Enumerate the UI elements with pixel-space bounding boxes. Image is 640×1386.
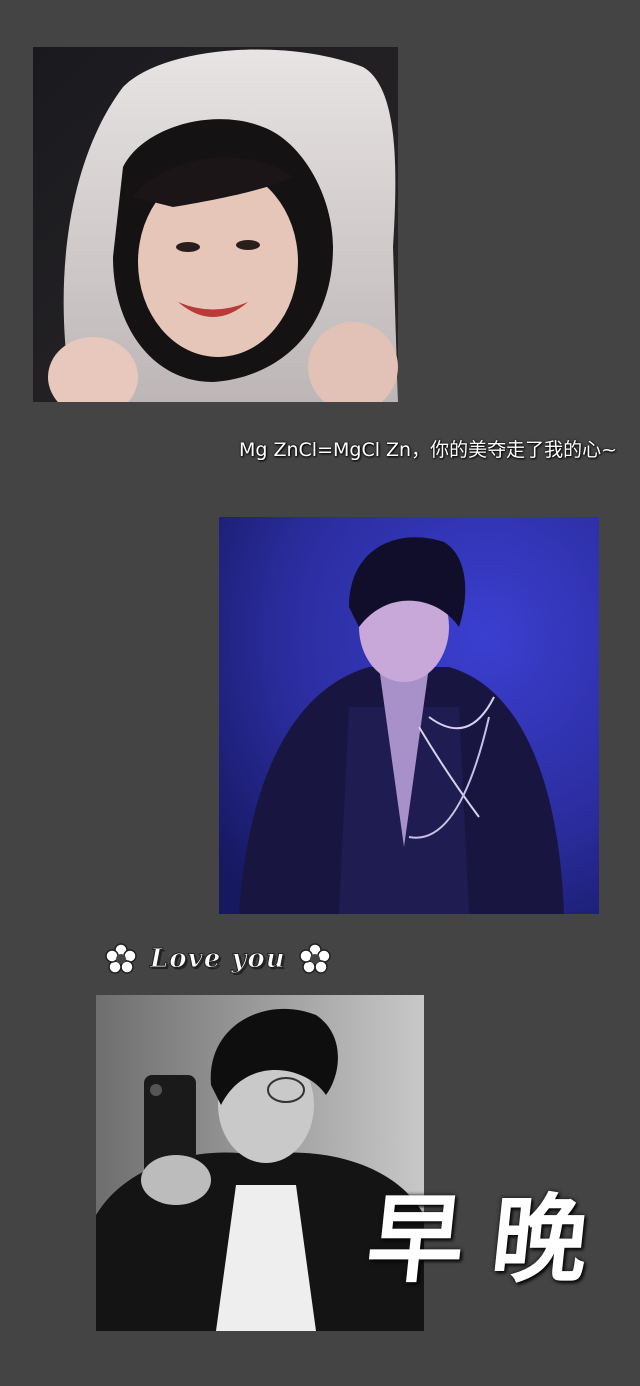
signature-char-2: 晚 xyxy=(486,1183,594,1296)
signature-char-1: 早 xyxy=(362,1183,470,1296)
love-you-text: Love you xyxy=(150,944,286,975)
flower-icon xyxy=(298,943,331,974)
hooded-towel-photo xyxy=(33,47,398,402)
stage-performance-photo xyxy=(219,517,599,914)
flower-icon xyxy=(105,943,137,974)
love-you-label: Love you xyxy=(104,934,354,984)
caption-text: Mg ZnCl=MgCl Zn，你的美夺走了我的心~ xyxy=(238,439,618,461)
signature-text: 早 晚 xyxy=(362,1175,618,1305)
